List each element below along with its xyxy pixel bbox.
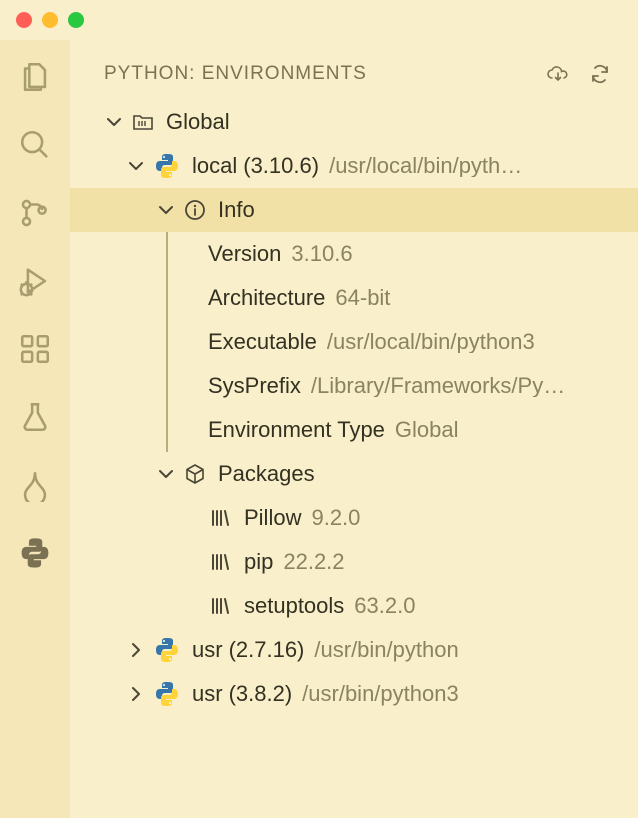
activity-python[interactable] [16,534,54,572]
panel-header: PYTHON: ENVIRONMENTS [70,40,638,100]
books-icon [208,549,234,575]
titlebar [0,0,638,40]
activity-mongo[interactable] [16,466,54,504]
env-local[interactable]: local (3.10.6) /usr/local/bin/pyth… [70,144,638,188]
package-item[interactable]: Pillow 9.2.0 [70,496,638,540]
info-sysprefix[interactable]: SysPrefix /Library/Frameworks/Py… [70,364,638,408]
env-name: usr [192,639,223,661]
env-version: (3.8.2) [229,683,293,705]
env-name: local [192,155,237,177]
packages-label: Packages [218,463,315,485]
env-path: /usr/bin/python [314,639,458,661]
activity-bar [0,40,70,818]
environments-tree: Global local (3.10.6) /usr/local/bin/pyt… [70,100,638,818]
info-version[interactable]: Version 3.10.6 [70,232,638,276]
python-icon [152,151,182,181]
package-item[interactable]: pip 22.2.2 [70,540,638,584]
chevron-down-icon [126,156,146,176]
info-label: Info [218,199,255,221]
package-item[interactable]: setuptools 63.2.0 [70,584,638,628]
tree-root-global[interactable]: Global [70,100,638,144]
python-icon [152,679,182,709]
env-name: usr [192,683,223,705]
window-zoom[interactable] [68,12,84,28]
activity-testing[interactable] [16,398,54,436]
env-version: (2.7.16) [229,639,305,661]
books-icon [208,593,234,619]
download-icon[interactable] [546,62,570,86]
env-info-node[interactable]: Info [70,188,638,232]
env-version: (3.10.6) [243,155,319,177]
activity-search[interactable] [16,126,54,164]
python-icon [152,635,182,665]
info-envtype[interactable]: Environment Type Global [70,408,638,452]
chevron-down-icon [104,112,124,132]
sidebar: PYTHON: ENVIRONMENTS Global local (3.10.… [70,40,638,818]
chevron-right-icon [126,640,146,660]
chevron-right-icon [126,684,146,704]
window-minimize[interactable] [42,12,58,28]
activity-explorer[interactable] [16,58,54,96]
panel-title: PYTHON: ENVIRONMENTS [104,63,528,85]
activity-source-control[interactable] [16,194,54,232]
env-packages-node[interactable]: Packages [70,452,638,496]
activity-extensions[interactable] [16,330,54,368]
info-executable[interactable]: Executable /usr/local/bin/python3 [70,320,638,364]
info-icon [182,197,208,223]
chevron-down-icon [156,200,176,220]
activity-run-debug[interactable] [16,262,54,300]
folder-library-icon [130,109,156,135]
info-architecture[interactable]: Architecture 64-bit [70,276,638,320]
env-path: /usr/local/bin/pyth… [329,155,522,177]
env-usr-382[interactable]: usr (3.8.2) /usr/bin/python3 [70,672,638,716]
env-path: /usr/bin/python3 [302,683,459,705]
env-usr-2716[interactable]: usr (2.7.16) /usr/bin/python [70,628,638,672]
window-close[interactable] [16,12,32,28]
refresh-icon[interactable] [588,62,612,86]
tree-root-label: Global [166,111,230,133]
package-icon [182,461,208,487]
books-icon [208,505,234,531]
chevron-down-icon [156,464,176,484]
